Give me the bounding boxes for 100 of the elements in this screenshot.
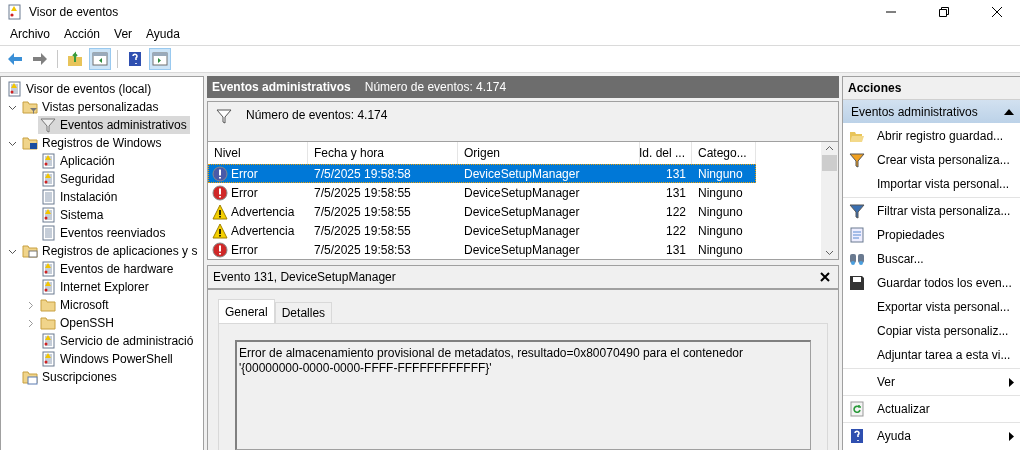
tree-item[interactable]: Seguridad [38,170,118,188]
tree-item[interactable]: Sistema [38,206,107,224]
tree-item[interactable]: Visor de eventos (local) [4,80,155,98]
folder-calendar-icon [22,369,38,385]
table-cell: 131 [665,166,686,181]
scroll-down-icon [825,250,834,256]
table-cell: 7/5/2025 19:58:58 [314,166,411,181]
pane-title: Eventos administrativos [212,80,351,94]
tree-item[interactable]: Aplicación [38,152,118,170]
action-item[interactable]: Actualizar [843,397,1020,421]
tree-item[interactable]: Internet Explorer [38,278,152,296]
close-icon [820,272,830,282]
event-row[interactable]: Error 7/5/2025 19:58:55 DeviceSetupManager 131 Ninguno [208,183,756,202]
scroll-thumb[interactable] [822,155,837,171]
action-item[interactable]: Propiedades [843,223,1020,247]
tab[interactable]: General [218,299,275,323]
action-item[interactable]: Ver [843,370,1020,394]
help-icon [127,51,143,67]
tab[interactable]: Detalles [274,302,333,323]
event-row[interactable]: Advertencia 7/5/2025 19:58:55 DeviceSetupManager 122 Ninguno [208,221,756,240]
tree-item[interactable]: Suscripciones [20,368,120,386]
tree-item[interactable]: Eventos de hardware [38,260,177,278]
menu-item[interactable]: Ayuda [139,25,187,43]
table-cell: Ninguno [698,166,743,181]
action-item[interactable]: Filtrar vista personaliza... [843,199,1020,223]
filter-icon [849,152,865,168]
table-cell: DeviceSetupManager [464,204,580,219]
table-cell: Error [231,185,258,200]
warning-icon [212,203,228,220]
table-cell: 7/5/2025 19:58:55 [314,185,411,200]
log-warning-icon [40,351,56,367]
forward-arrow-icon [32,51,48,67]
event-count: Número de eventos: 4.174 [246,108,388,122]
error-icon [212,184,228,201]
folder-computer-icon [22,135,38,151]
table-cell: DeviceSetupManager [464,242,580,257]
tree-item[interactable]: Eventos reenviados [38,224,169,242]
table-cell: 7/5/2025 19:58:53 [314,242,411,257]
actions-title: Acciones [843,77,1020,100]
action-item[interactable]: Abrir registro guardad... [843,124,1020,148]
event-count: Número de eventos: 4.174 [364,80,507,94]
tree-item[interactable]: Registros de aplicaciones y s [20,242,201,260]
log-warning-icon [40,333,56,349]
collapse-triangle-icon [1004,108,1014,115]
table-cell: Ninguno [698,185,743,200]
log-icon [40,189,56,205]
action-item[interactable]: Importar vista personal... [843,172,1020,196]
message-text: Error de almacenamiento provisional de metadatos, resultado=0x80070490 para el contenedor '{00000000-0000-0000-FFFF-FFFFFFFFFFFF}' [235,340,811,450]
tree-item[interactable]: Microsoft [38,296,112,314]
tree-item[interactable]: Vistas personalizadas [20,98,162,116]
event-row[interactable]: Advertencia 7/5/2025 19:58:55 DeviceSetupManager 122 Ninguno [208,202,756,221]
menu-item[interactable]: Ver [107,25,140,43]
action-item[interactable]: Adjuntar tarea a esta vi... [843,343,1020,367]
window-title: Visor de eventos [29,4,120,19]
scroll-up-icon [825,145,834,151]
table-cell: Ninguno [698,204,743,219]
table-cell: Ninguno [698,223,743,238]
menu-item[interactable]: Acción [57,25,108,43]
filter-icon [216,108,232,124]
menu-item[interactable]: Archivo [3,25,57,43]
filter-icon [849,203,865,219]
table-cell: DeviceSetupManager [464,166,580,181]
table-cell: 122 [665,204,686,219]
properties-icon [849,227,865,243]
tree-item[interactable]: OpenSSH [38,314,118,332]
action-item[interactable]: Exportar vista personal... [843,295,1020,319]
folder-icon [40,297,56,313]
filter-icon [40,117,56,133]
restore-icon [939,6,949,17]
action-item[interactable]: Guardar todos los even... [843,271,1020,295]
table-cell: Error [231,242,258,257]
refresh-icon [849,401,865,417]
app-icon [6,3,22,20]
event-title: Evento 131, DeviceSetupManager [213,270,396,284]
log-warning-icon [40,261,56,277]
section-header[interactable]: Eventos administrativos [843,100,1020,123]
action-item[interactable]: Ayuda [843,424,1020,448]
pane-icon [152,51,168,67]
tree-item[interactable]: Instalación [38,188,121,206]
table-cell: DeviceSetupManager [464,185,580,200]
tree-item[interactable]: Windows PowerShell [38,350,176,368]
action-item[interactable]: Crear vista personaliza... [843,148,1020,172]
back-arrow-icon [7,51,23,67]
binoculars-icon [849,251,865,267]
table-cell: 7/5/2025 19:58:55 [314,223,411,238]
action-item[interactable]: Copiar vista personaliz... [843,319,1020,343]
tree-item[interactable]: Servicio de administració [38,332,197,350]
log-warning-icon [40,279,56,295]
tree-item[interactable]: Eventos administrativos [38,116,190,134]
log-warning-icon [40,153,56,169]
event-row[interactable]: Error 7/5/2025 19:58:58 DeviceSetupManager 131 Ninguno [208,164,756,183]
table-cell: 7/5/2025 19:58:55 [314,204,411,219]
table-cell: 122 [665,223,686,238]
tree-item[interactable]: Registros de Windows [20,134,165,152]
log-warning-icon [6,81,22,97]
event-row[interactable]: Error 7/5/2025 19:58:53 DeviceSetupManager 131 Ninguno [208,240,756,259]
table-cell: Advertencia [231,204,295,219]
log-warning-icon [40,171,56,187]
action-item[interactable]: Buscar... [843,247,1020,271]
scrollbar[interactable] [821,142,838,259]
